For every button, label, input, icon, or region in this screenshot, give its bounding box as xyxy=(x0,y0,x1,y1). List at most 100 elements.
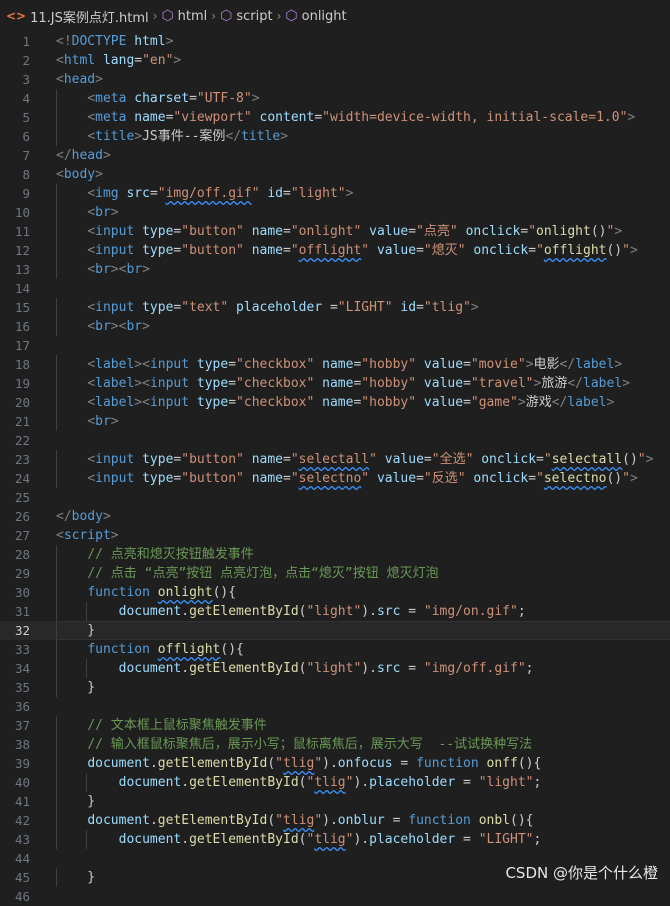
code-token: "checkbox" xyxy=(236,395,314,410)
line-number: 21 xyxy=(0,412,30,431)
code-line[interactable]: 2<html lang="en"> xyxy=(0,51,670,70)
code-token: < xyxy=(87,224,95,239)
line-number: 9 xyxy=(0,184,30,203)
code-token: onbl xyxy=(479,813,510,828)
code-line[interactable]: 22 xyxy=(0,431,670,450)
code-line[interactable]: 5 <meta name="viewport" content="width=d… xyxy=(0,108,670,127)
line-number: 29 xyxy=(0,564,30,583)
code-line[interactable]: 21 <br> xyxy=(0,412,670,431)
code-line[interactable]: 32 } xyxy=(0,621,670,640)
code-token: name xyxy=(252,452,283,467)
line-number: 31 xyxy=(0,602,30,621)
code-token: " xyxy=(638,452,646,467)
code-line[interactable]: 30 function onlight(){ xyxy=(0,583,670,602)
code-line[interactable]: 36 xyxy=(0,697,670,716)
code-token: ). xyxy=(361,604,377,619)
code-line[interactable]: 37 // 文本框上鼠标聚焦触发事件 xyxy=(0,716,670,735)
code-line[interactable]: 6 <title>JS事件--案例</title> xyxy=(0,127,670,146)
code-line[interactable]: 23 <input type="button" name="selectall"… xyxy=(0,450,670,469)
code-line[interactable]: 4 <meta charset="UTF-8"> xyxy=(0,89,670,108)
code-token: "button" xyxy=(181,452,244,467)
code-line[interactable]: 34 document.getElementById("light").src … xyxy=(0,659,670,678)
code-text: function onlight(){ xyxy=(56,583,236,602)
code-token: = xyxy=(283,452,291,467)
breadcrumb-script[interactable]: ⬡ script xyxy=(220,8,272,24)
code-token: "movie" xyxy=(471,357,526,372)
code-token: = xyxy=(150,186,158,201)
code-token: "light" xyxy=(291,186,346,201)
line-number: 16 xyxy=(0,317,30,336)
code-token: "en" xyxy=(142,53,173,68)
code-token: value xyxy=(424,395,463,410)
code-token: "全选" xyxy=(432,452,474,467)
code-text: <script> xyxy=(56,526,119,545)
code-token: offlight xyxy=(158,642,221,657)
code-text: document.getElementById("tlig").placehol… xyxy=(56,773,541,792)
breadcrumb-file[interactable]: <> 11.JS案例点灯.html xyxy=(6,7,149,26)
code-line[interactable]: 31 document.getElementById("light").src … xyxy=(0,602,670,621)
line-number: 37 xyxy=(0,716,30,735)
code-line[interactable]: 16 <br><br> xyxy=(0,317,670,336)
breadcrumb-html[interactable]: ⬡ html xyxy=(161,8,207,24)
code-line[interactable]: 27<script> xyxy=(0,526,670,545)
code-line[interactable]: 41 } xyxy=(0,792,670,811)
code-text: document.getElementById("tlig").placehol… xyxy=(56,830,541,849)
code-token: " xyxy=(291,243,299,258)
line-number: 19 xyxy=(0,374,30,393)
code-line[interactable]: 26</body> xyxy=(0,507,670,526)
code-token: } xyxy=(56,680,95,695)
code-token: "button" xyxy=(181,243,244,258)
code-line[interactable]: 18 <label><input type="checkbox" name="h… xyxy=(0,355,670,374)
code-line[interactable]: 11 <input type="button" name="onlight" v… xyxy=(0,222,670,241)
code-line[interactable]: 40 document.getElementById("tlig").place… xyxy=(0,773,670,792)
code-line[interactable]: 14 xyxy=(0,279,670,298)
code-line[interactable]: 7</head> xyxy=(0,146,670,165)
code-token: ; xyxy=(518,604,526,619)
code-line[interactable]: 13 <br><br> xyxy=(0,260,670,279)
code-line[interactable]: 20 <label><input type="checkbox" name="h… xyxy=(0,393,670,412)
code-token xyxy=(95,53,103,68)
code-token: > xyxy=(111,528,119,543)
code-token: // 输入框鼠标聚焦后，展示小写；鼠标离焦后，展示大写 --试试换种写法 xyxy=(87,737,532,752)
code-line[interactable]: 8<body> xyxy=(0,165,670,184)
code-line[interactable]: 1<!DOCTYPE html> xyxy=(0,32,670,51)
code-line[interactable]: 33 function offlight(){ xyxy=(0,640,670,659)
code-token: type xyxy=(142,224,173,239)
code-token: = xyxy=(463,395,471,410)
code-text: <title>JS事件--案例</title> xyxy=(56,127,288,146)
code-line[interactable]: 12 <input type="button" name="offlight" … xyxy=(0,241,670,260)
code-line[interactable]: 35 } xyxy=(0,678,670,697)
code-line[interactable]: 28 // 点亮和熄灭按钮触发事件 xyxy=(0,545,670,564)
code-line[interactable]: 42 document.getElementById("tlig").onblu… xyxy=(0,811,670,830)
code-line[interactable]: 10 <br> xyxy=(0,203,670,222)
code-editor[interactable]: 1<!DOCTYPE html>2<html lang="en">3<head>… xyxy=(0,32,670,906)
code-token: "UTF-8" xyxy=(197,91,252,106)
code-token: = xyxy=(393,756,416,771)
code-line[interactable]: 38 // 输入框鼠标聚焦后，展示小写；鼠标离焦后，展示大写 --试试换种写法 xyxy=(0,735,670,754)
code-token: input xyxy=(95,452,134,467)
breadcrumb-onlight-label: onlight xyxy=(302,9,347,24)
code-token: selectno xyxy=(299,471,362,486)
code-token: < xyxy=(56,167,64,182)
code-line[interactable]: 43 document.getElementById("tlig").place… xyxy=(0,830,670,849)
code-line[interactable]: 19 <label><input type="checkbox" name="h… xyxy=(0,374,670,393)
code-line[interactable]: 9 <img src="img/off.gif" id="light"> xyxy=(0,184,670,203)
code-line[interactable]: 15 <input type="text" placeholder ="LIGH… xyxy=(0,298,670,317)
code-token: value xyxy=(424,376,463,391)
code-line[interactable]: 39 document.getElementById("tlig").onfoc… xyxy=(0,754,670,773)
code-line[interactable]: 25 xyxy=(0,488,670,507)
code-token: (){ xyxy=(518,756,541,771)
code-line[interactable]: 46 xyxy=(0,887,670,906)
code-token: > xyxy=(173,53,181,68)
line-number: 17 xyxy=(0,336,30,355)
line-number: 39 xyxy=(0,754,30,773)
breadcrumb-file-label: 11.JS案例点灯.html xyxy=(30,7,149,26)
code-token: JS事件--案例 xyxy=(142,129,225,144)
code-line[interactable]: 29 // 点击 “点亮”按钮 点亮灯泡，点击“熄灭”按钮 熄灭灯泡 xyxy=(0,564,670,583)
breadcrumb-onlight[interactable]: ⬡ onlight xyxy=(285,8,346,24)
code-line[interactable]: 24 <input type="button" name="selectno" … xyxy=(0,469,670,488)
code-token: > xyxy=(95,72,103,87)
code-line[interactable]: 3<head> xyxy=(0,70,670,89)
code-token xyxy=(56,186,87,201)
code-line[interactable]: 17 xyxy=(0,336,670,355)
